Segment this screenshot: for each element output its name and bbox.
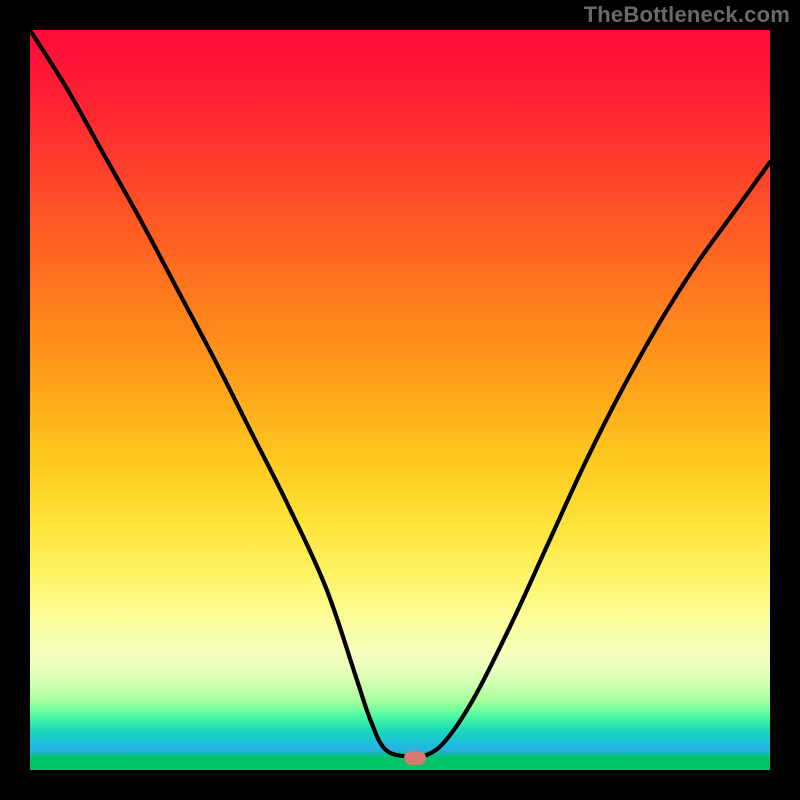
optimal-marker xyxy=(404,751,426,765)
plot-area xyxy=(30,30,770,770)
chart-frame: TheBottleneck.com xyxy=(0,0,800,800)
bottleneck-curve xyxy=(30,30,770,770)
watermark-text: TheBottleneck.com xyxy=(584,2,790,28)
